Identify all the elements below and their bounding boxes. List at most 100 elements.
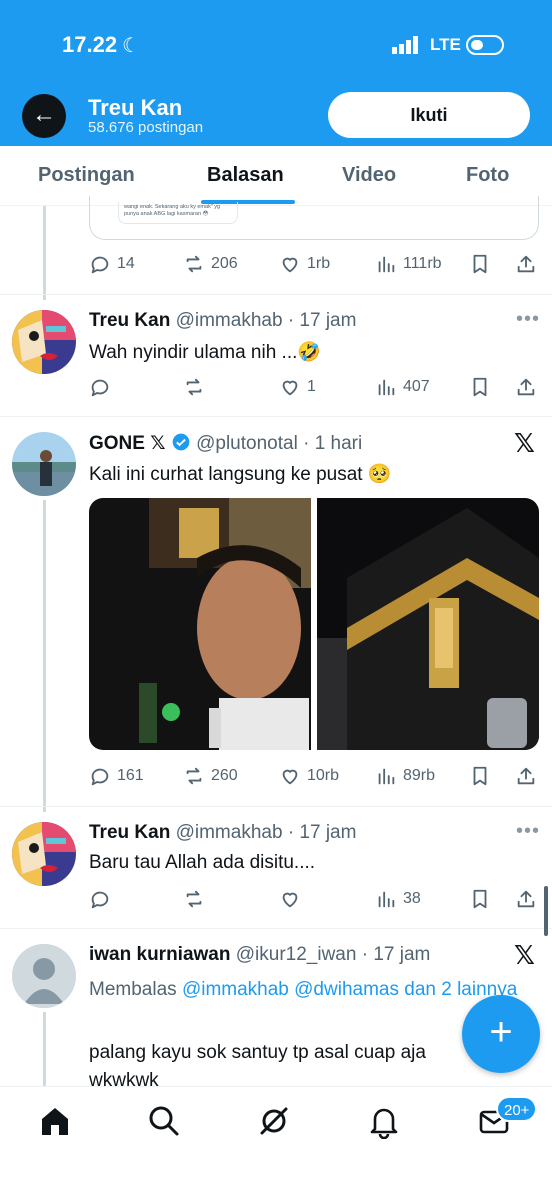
author-name[interactable]: Treu Kan [89, 822, 170, 843]
post-text: Kali ini curhat langsung ke pusat 🥺 [89, 464, 392, 485]
author-handle[interactable]: @ikur12_iwan [236, 944, 357, 965]
post-divider [0, 416, 552, 417]
bookmark-button[interactable] [469, 373, 491, 401]
author-handle[interactable]: @immakhab [176, 822, 283, 843]
post-author-line: GONE 𝕏 @plutonotal · 1 hari [89, 432, 362, 455]
bookmark-button[interactable] [469, 250, 491, 278]
post-time[interactable]: 1 hari [315, 433, 363, 454]
bottom-navigation [0, 1086, 552, 1156]
repost-icon [186, 890, 202, 908]
compose-button[interactable]: + [462, 995, 540, 1073]
search-icon [149, 1106, 179, 1136]
bookmark-button[interactable] [469, 885, 491, 913]
post-author-line: Treu Kan @immakhab · 17 jam [89, 822, 356, 844]
bookmark-button[interactable] [469, 762, 491, 790]
post-time[interactable]: 17 jam [299, 822, 356, 843]
x-logo-icon: 𝕏 [150, 433, 166, 454]
profile-name: Treu Kan [88, 95, 183, 120]
more-options-icon[interactable]: ••• [516, 820, 540, 843]
share-button[interactable] [515, 885, 537, 913]
avatar[interactable] [12, 822, 76, 886]
views-button[interactable]: 111rb [375, 250, 442, 278]
tab-video[interactable]: Video [342, 164, 396, 187]
repost-button[interactable] [183, 373, 205, 401]
kaaba-photo [317, 498, 539, 750]
analytics-icon [378, 891, 395, 908]
tab-foto[interactable]: Foto [466, 164, 509, 187]
author-name[interactable]: iwan kurniawan [89, 944, 230, 965]
status-time: 17.22 [62, 32, 118, 57]
views-button[interactable]: 38 [375, 885, 421, 913]
repost-icon [186, 255, 202, 273]
replying-to-users[interactable]: @immakhab @dwihamas dan 2 lainnya [182, 979, 517, 1000]
repost-button[interactable]: 206 [183, 250, 238, 278]
post-count: 58.676 postingan [88, 119, 204, 136]
post-time[interactable]: 17 jam [373, 944, 430, 965]
reply-button[interactable]: 161 [89, 762, 144, 790]
x-logo-icon: 𝕏 [514, 428, 535, 458]
author-handle[interactable]: @plutonotal [196, 433, 298, 454]
reply-button[interactable]: 14 [89, 250, 135, 278]
repost-button[interactable] [183, 885, 205, 913]
avatar[interactable] [12, 310, 76, 374]
repost-count: 206 [211, 255, 238, 272]
post-text: Wah nyindir ulama nih ...🤣 [89, 342, 322, 363]
views-count: 111rb [403, 255, 442, 272]
heart-icon [282, 380, 298, 396]
follow-button[interactable]: Ikuti [328, 92, 530, 138]
avatar[interactable] [12, 432, 76, 496]
repost-count: 260 [211, 767, 238, 784]
status-bar: 17.22 ☾ LTE [0, 0, 552, 90]
heart-icon [282, 257, 298, 273]
reply-button[interactable] [89, 373, 111, 401]
messages-badge: 20+ [496, 1096, 538, 1122]
like-count: 1rb [307, 255, 331, 272]
share-button[interactable] [515, 373, 537, 401]
separator-dot: · [303, 433, 310, 454]
thread-line [43, 500, 46, 812]
nav-search[interactable] [146, 1103, 182, 1139]
quoted-post-card[interactable]: wangi enak. Sekarang aku ky emak" yg pun… [89, 196, 539, 240]
nav-home[interactable] [37, 1103, 73, 1139]
repost-button[interactable]: 260 [183, 762, 238, 790]
post-divider [0, 806, 552, 807]
post-text: Baru tau Allah ada disitu.... [89, 852, 316, 873]
share-icon [517, 767, 535, 785]
post-actions: 161 260 10rb 89rb [89, 762, 544, 790]
like-count: 10rb [307, 767, 340, 784]
author-name[interactable]: GONE [89, 433, 145, 454]
tab-balasan[interactable]: Balasan [207, 164, 284, 187]
like-button[interactable]: 1rb [279, 250, 330, 278]
scrollbar[interactable] [544, 886, 548, 936]
nav-grok[interactable] [256, 1103, 292, 1139]
views-button[interactable]: 89rb [375, 762, 435, 790]
views-count: 407 [403, 378, 430, 395]
reply-button[interactable] [89, 885, 111, 913]
post-author-line: iwan kurniawan @ikur12_iwan · 17 jam [89, 944, 430, 966]
reply-icon [91, 379, 109, 397]
separator-dot: · [287, 822, 295, 843]
author-name[interactable]: Treu Kan [89, 310, 170, 331]
post-author-line: Treu Kan @immakhab · 17 jam [89, 310, 356, 332]
author-handle[interactable]: @immakhab [176, 310, 283, 331]
share-button[interactable] [515, 762, 537, 790]
analytics-icon [378, 379, 395, 396]
repost-icon [186, 378, 202, 396]
tab-postingan[interactable]: Postingan [38, 164, 135, 187]
more-options-icon[interactable]: ••• [516, 308, 540, 331]
post-image[interactable] [89, 498, 311, 750]
post-image[interactable] [317, 498, 539, 750]
nav-notifications[interactable] [366, 1103, 402, 1140]
post-time[interactable]: 17 jam [299, 310, 356, 331]
like-button[interactable]: 1 [279, 373, 316, 401]
share-button[interactable] [515, 250, 537, 278]
battery-icon [466, 35, 504, 55]
like-button[interactable] [279, 885, 301, 913]
reply-count: 161 [117, 767, 144, 784]
back-button[interactable]: ← [22, 94, 66, 138]
reply-icon [91, 891, 109, 909]
views-button[interactable]: 407 [375, 373, 430, 401]
avatar[interactable] [12, 944, 76, 1008]
like-button[interactable]: 10rb [279, 762, 339, 790]
reply-count: 14 [117, 255, 135, 272]
